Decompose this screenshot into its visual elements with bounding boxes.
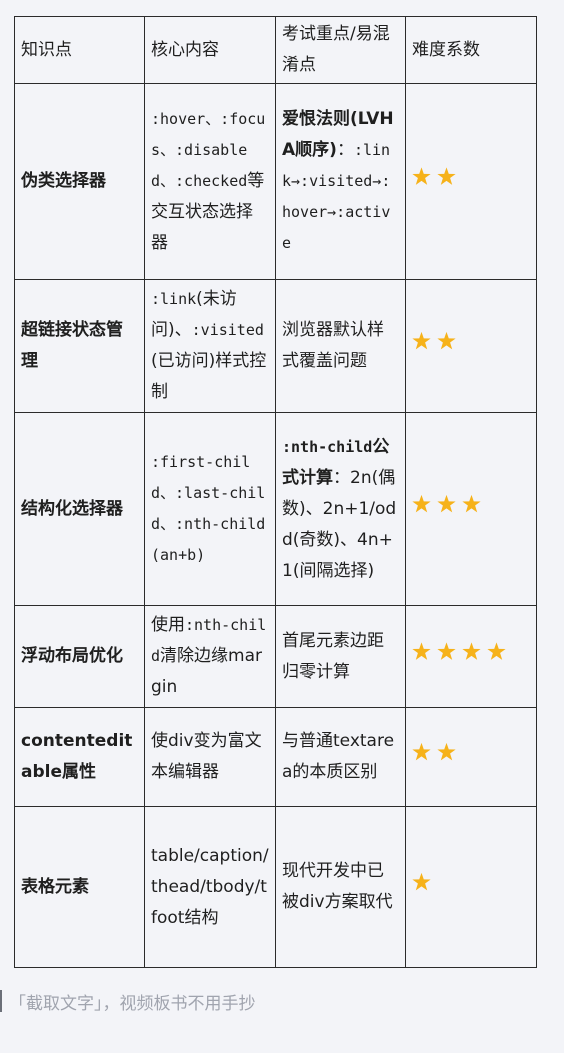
header-knowledge-point: 知识点	[14, 16, 145, 84]
table-row: 结构化选择器 :first-child、:last-child、:nth-chi…	[14, 412, 537, 606]
star-rating	[412, 331, 456, 351]
capture-text-hint[interactable]: 「截取文字」，视频板书不用手抄	[0, 988, 256, 1014]
core-text: 使用	[151, 615, 185, 635]
core-content-cell: :link(未访问)、:visited(已访问)样式控制	[144, 279, 276, 413]
table-row: 伪类选择器 :hover、:focus、:disabled、:checked等交…	[14, 83, 537, 280]
star-icon	[412, 331, 431, 350]
exam-focus-cell: 浏览器默认样式覆盖问题	[275, 279, 406, 413]
core-content-cell: table/caption/thead/tbody/tfoot结构	[144, 806, 276, 968]
star-icon	[462, 494, 481, 513]
exam-focus-cell: 首尾元素边距归零计算	[275, 605, 406, 708]
star-icon	[412, 642, 431, 660]
quote-bar	[0, 990, 2, 1012]
focus-text: ：	[336, 140, 354, 160]
topic-cell: contenteditable属性	[14, 707, 145, 807]
star-icon	[487, 642, 506, 660]
star-icon	[437, 642, 456, 660]
core-code: :first-child、:last-child、:nth-child(an+b…	[151, 453, 266, 564]
header-core-content: 核心内容	[144, 16, 276, 84]
star-rating	[412, 872, 431, 892]
star-icon	[412, 167, 431, 185]
star-icon	[462, 642, 481, 660]
core-content-cell: 使div变为富文本编辑器	[144, 707, 276, 807]
table-row: 表格元素 table/caption/thead/tbody/tfoot结构 现…	[14, 806, 537, 968]
table-row: 超链接状态管理 :link(未访问)、:visited(已访问)样式控制 浏览器…	[14, 279, 537, 413]
topic-cell: 表格元素	[14, 806, 145, 968]
star-rating	[412, 642, 506, 661]
table-header-row: 知识点 核心内容 考试重点/易混淆点 难度系数	[14, 16, 537, 84]
topic-cell: 超链接状态管理	[14, 279, 145, 413]
star-icon	[437, 494, 456, 513]
star-rating	[412, 494, 481, 514]
core-code: :visited	[191, 321, 264, 339]
knowledge-table: 知识点 核心内容 考试重点/易混淆点 难度系数 伪类选择器 :hover、:fo…	[14, 16, 537, 968]
difficulty-cell	[405, 412, 537, 606]
difficulty-cell	[405, 279, 537, 413]
core-content-cell: :hover、:focus、:disabled、:checked等交互状态选择器	[144, 83, 276, 280]
core-content-cell: 使用:nth-child清除边缘margin	[144, 605, 276, 708]
focus-bold-code: :nth-child	[282, 437, 373, 456]
capture-text-label[interactable]: 「截取文字」，视频板书不用手抄	[9, 989, 256, 1014]
exam-focus-cell: 现代开发中已被div方案取代	[275, 806, 406, 968]
star-rating	[412, 742, 456, 762]
header-exam-focus: 考试重点/易混淆点	[275, 16, 406, 84]
star-icon	[412, 872, 431, 891]
exam-focus-cell: 爱恨法则(LVHA顺序)：:link→:visited→:hover→:acti…	[275, 83, 406, 280]
star-icon	[412, 494, 431, 513]
table-row: 浮动布局优化 使用:nth-child清除边缘margin 首尾元素边距归零计算	[14, 605, 537, 708]
difficulty-cell	[405, 707, 537, 807]
core-text: (已访问)样式控制	[151, 351, 267, 402]
topic-cell: 浮动布局优化	[14, 605, 145, 708]
table-row: contenteditable属性 使div变为富文本编辑器 与普通textar…	[14, 707, 537, 807]
star-rating	[412, 167, 456, 186]
star-icon	[437, 167, 456, 185]
core-content-cell: :first-child、:last-child、:nth-child(an+b…	[144, 412, 276, 606]
star-icon	[437, 742, 456, 761]
core-text: 清除边缘margin	[151, 646, 262, 697]
star-icon	[437, 331, 456, 350]
difficulty-cell	[405, 605, 537, 708]
topic-cell: 结构化选择器	[14, 412, 145, 606]
exam-focus-cell: 与普通textarea的本质区别	[275, 707, 406, 807]
difficulty-cell	[405, 83, 537, 280]
difficulty-cell	[405, 806, 537, 968]
exam-focus-cell: :nth-child公式计算：2n(偶数)、2n+1/odd(奇数)、4n+1(…	[275, 412, 406, 606]
core-code: :link	[151, 290, 197, 308]
topic-cell: 伪类选择器	[14, 83, 145, 280]
header-difficulty: 难度系数	[405, 16, 537, 84]
star-icon	[412, 742, 431, 761]
